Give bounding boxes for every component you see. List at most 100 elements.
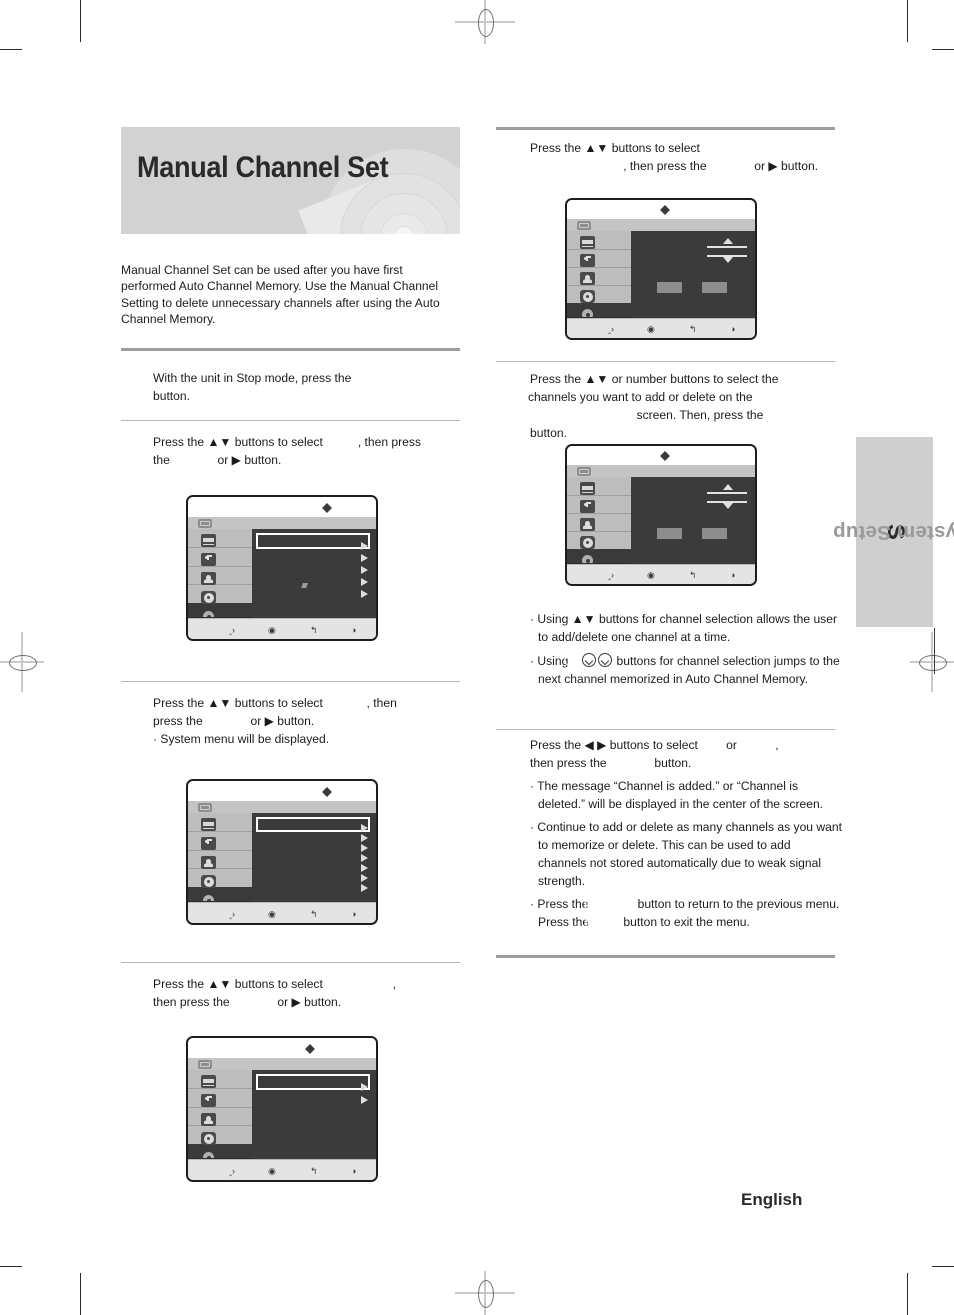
disc-icon bbox=[201, 1132, 216, 1145]
osd-left-row bbox=[188, 529, 252, 549]
title-banner: Manual Channel Set bbox=[121, 127, 460, 234]
step-5-text-a: Press the bbox=[530, 141, 585, 155]
step-3-text-b: buttons to select bbox=[231, 696, 327, 710]
up-down-stepper[interactable] bbox=[707, 238, 747, 264]
osd-subbar bbox=[188, 800, 376, 813]
step-5-blank-manual-set: Manual Set bbox=[562, 159, 624, 173]
move-icon: ‸› bbox=[229, 1166, 236, 1176]
disc-icon bbox=[201, 875, 216, 888]
step-7-text-f: button. bbox=[651, 756, 692, 770]
step-6-blank-manual-set: Manual Set bbox=[572, 408, 634, 422]
step-6-bullet-1-arrows: ▲▼ bbox=[571, 612, 596, 626]
step-2-blank-setup: Setup bbox=[326, 435, 358, 449]
step-2-number: 2 bbox=[130, 434, 138, 449]
return-icon: ↰ bbox=[689, 324, 697, 334]
osd-delete-button[interactable] bbox=[702, 528, 727, 539]
step-7-bullet-1: · The message “Channel is added.” or “Ch… bbox=[530, 779, 824, 811]
osd-left-row bbox=[567, 495, 631, 514]
section-tab-label: System Setup bbox=[832, 521, 954, 544]
osd-left-row bbox=[188, 547, 252, 567]
exit-icon: ◑ bbox=[351, 1166, 357, 1176]
step-2-text-c: , then press bbox=[357, 435, 422, 449]
step-2-text-d: the bbox=[153, 453, 174, 467]
select-icon: ◉ bbox=[647, 324, 655, 334]
crop-mark-bottom-left-v bbox=[80, 1273, 81, 1315]
step-6-text-b: or number buttons to select the bbox=[608, 372, 779, 386]
step-7-text-d: , bbox=[775, 738, 779, 752]
film-icon bbox=[580, 236, 595, 249]
return-icon: ↰ bbox=[689, 570, 697, 580]
step-3-blank-enter: ENTER bbox=[206, 714, 248, 728]
move-icon: ‸› bbox=[608, 570, 615, 580]
tv-icon bbox=[577, 467, 591, 476]
step-7-blank-menu: MENU bbox=[584, 915, 621, 929]
step-3-text-e: or ▶ button. bbox=[247, 714, 315, 728]
music-note-icon bbox=[201, 553, 216, 566]
step-7-leftright-arrows: ◀ ▶ bbox=[584, 738, 607, 752]
osd-left-row bbox=[567, 477, 631, 496]
select-icon: ◉ bbox=[268, 625, 276, 635]
osd-left-row bbox=[567, 531, 631, 550]
up-down-stepper[interactable] bbox=[707, 484, 747, 510]
film-icon bbox=[201, 1075, 216, 1088]
step-4-text-b: buttons to select bbox=[231, 977, 327, 991]
osd-bottom-bar bbox=[188, 902, 376, 923]
step-5-number: 5 bbox=[507, 140, 515, 155]
stepper-down-arrow[interactable] bbox=[723, 257, 733, 263]
osd-bottom-bar bbox=[188, 1159, 376, 1180]
return-icon: ↰ bbox=[310, 625, 318, 635]
crop-mark-top-left-v bbox=[80, 0, 81, 42]
step-5-blank-enter: ENTER bbox=[709, 159, 751, 173]
step-1-number: 1 bbox=[130, 370, 138, 385]
tv-icon bbox=[577, 221, 591, 230]
music-note-icon bbox=[201, 1094, 216, 1107]
stepper-up-arrow[interactable] bbox=[723, 484, 733, 490]
step-4-number: 4 bbox=[130, 976, 138, 991]
osd-channel-set-menu: ‸› ◉ ↰ ◑ bbox=[186, 1036, 378, 1182]
right-hairline-2 bbox=[496, 729, 835, 730]
step-3-updown-arrows: ▲▼ bbox=[207, 696, 232, 710]
step-5: 5 Press the ▲▼ buttons to select Manual … bbox=[507, 139, 840, 175]
channel-down-icon bbox=[598, 653, 613, 667]
step-1: 1 With the unit in Stop mode, press the … bbox=[130, 369, 463, 405]
osd-submenu-arrow bbox=[361, 542, 368, 550]
step-2-text-a: Press the bbox=[153, 435, 208, 449]
step-7-bullet-2-text: Continue to add or delete as many channe… bbox=[537, 820, 842, 888]
osd-add-button[interactable] bbox=[657, 282, 682, 293]
registration-mark-left bbox=[0, 632, 44, 692]
step-7: 7 Press the ◀ ▶ buttons to select Add or… bbox=[507, 736, 842, 931]
return-icon: ↰ bbox=[310, 1166, 318, 1176]
step-4-text-e: or ▶ button. bbox=[274, 995, 342, 1009]
crop-mark-top-right-h bbox=[932, 49, 954, 50]
osd-selected-item[interactable] bbox=[255, 532, 371, 549]
osd-setup-menu: ‸› ◉ ↰ ◑ bbox=[186, 495, 378, 641]
right-hairline-1 bbox=[496, 361, 835, 362]
osd-add-button[interactable] bbox=[657, 528, 682, 539]
step-6-text-c: channels you want to add or delete on th… bbox=[528, 390, 753, 404]
crop-mark-bottom-right-h bbox=[932, 1266, 954, 1267]
step-4-text-c: , bbox=[392, 977, 397, 991]
osd-left-row bbox=[567, 249, 631, 268]
step-2-updown-arrows: ▲▼ bbox=[207, 435, 232, 449]
step-6-blank-ch: CH bbox=[563, 654, 582, 668]
stepper-down-arrow[interactable] bbox=[723, 503, 733, 509]
osd-left-row bbox=[567, 267, 631, 286]
move-icon: ‸› bbox=[229, 909, 236, 919]
footer-language: English bbox=[741, 1190, 803, 1209]
osd-subbar bbox=[567, 219, 755, 232]
osd-left-row bbox=[188, 813, 252, 833]
osd-selected-item[interactable] bbox=[255, 816, 371, 833]
film-icon bbox=[580, 482, 595, 495]
step-7-blank-delete: Delete bbox=[740, 738, 776, 752]
step-3-text-c: , then bbox=[366, 696, 397, 710]
move-icon: ‸› bbox=[229, 625, 236, 635]
osd-submenu-arrow bbox=[361, 874, 368, 882]
film-icon bbox=[201, 534, 216, 547]
step-7-blank-return: RETURN bbox=[583, 897, 635, 911]
stepper-up-arrow[interactable] bbox=[723, 238, 733, 244]
step-1-blank-menu: MENU bbox=[354, 371, 391, 385]
step-3: 3 Press the ▲▼ buttons to select System,… bbox=[130, 694, 463, 748]
osd-selected-item[interactable] bbox=[255, 1073, 371, 1090]
osd-delete-button[interactable] bbox=[702, 282, 727, 293]
stepper-divider-top bbox=[707, 492, 747, 494]
